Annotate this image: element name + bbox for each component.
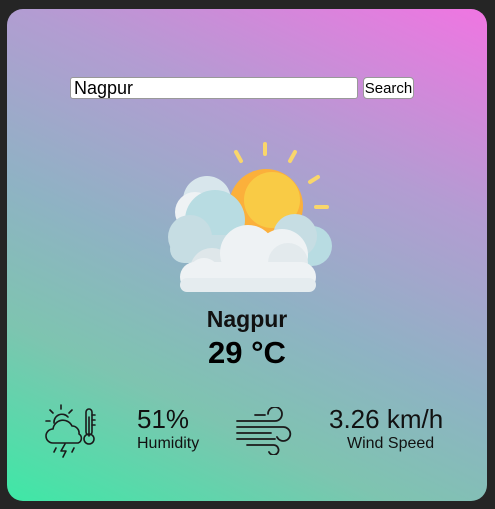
sun-behind-clouds-icon [168, 142, 332, 292]
humidity-value: 51% [137, 404, 190, 434]
city-search-input[interactable] [70, 77, 358, 99]
wind-speed-value: 3.26 km/h [329, 404, 444, 434]
search-button[interactable]: Search [363, 77, 414, 99]
humidity-label: Humidity [137, 435, 200, 452]
wind-icon [236, 407, 292, 455]
storm-thermometer-icon [45, 404, 96, 458]
city-name: Nagpur [206, 306, 288, 332]
temperature: 29 °C [208, 335, 286, 370]
weather-card: Search Nagpur 29 °C [7, 9, 487, 501]
wind-speed-label: Wind Speed [347, 435, 435, 452]
